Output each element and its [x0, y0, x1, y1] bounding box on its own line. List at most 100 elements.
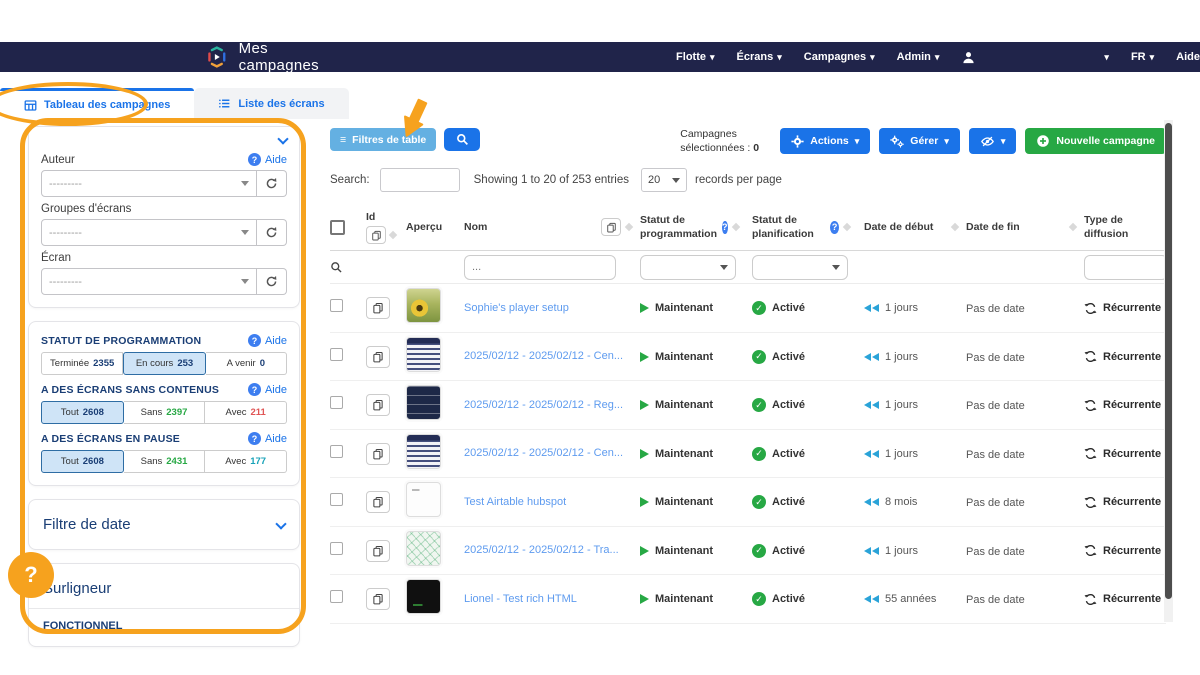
manage-button[interactable]: Gérer▾	[879, 128, 960, 154]
actions-button[interactable]: Actions▾	[780, 128, 870, 154]
header-statut-programmation[interactable]: Statut de programmation	[640, 213, 717, 241]
toggle-tout[interactable]: Tout2608	[41, 401, 124, 424]
recurring-icon	[1084, 399, 1097, 412]
campaign-name-link[interactable]: Sophie's player setup	[464, 300, 640, 317]
header-date-fin[interactable]: Date de fin	[966, 220, 1020, 234]
sort-icon[interactable]	[625, 223, 633, 231]
nav-campagnes[interactable]: Campagnes▾	[804, 51, 875, 63]
nav-admin[interactable]: Admin▾	[897, 51, 940, 63]
help-icon[interactable]: ?	[830, 221, 839, 234]
section-help-link[interactable]: ?Aide	[248, 383, 287, 396]
nav-flotte[interactable]: Flotte▾	[676, 51, 714, 63]
copy-id-button[interactable]	[366, 540, 390, 562]
campaign-thumbnail[interactable]	[406, 337, 441, 372]
lang-menu[interactable]: FR▾	[1131, 51, 1154, 63]
search-toggle-button[interactable]	[444, 128, 480, 151]
nav-ecrans[interactable]: Écrans▾	[737, 51, 782, 63]
auteur-refresh-button[interactable]	[257, 170, 287, 197]
copy-id-button[interactable]	[366, 443, 390, 465]
campaign-name-link[interactable]: 2025/02/12 - 2025/02/12 - Cen...	[464, 445, 640, 462]
header-nom[interactable]: Nom	[464, 220, 487, 234]
toggle-terminee[interactable]: Terminée2355	[41, 352, 123, 375]
sort-icon[interactable]	[843, 223, 851, 231]
date-filter-card[interactable]: Filtre de date	[28, 499, 300, 550]
tab-liste-des-ecrans[interactable]: Liste des écrans	[194, 88, 348, 119]
campaign-name-link[interactable]: 2025/02/12 - 2025/02/12 - Tra...	[464, 542, 640, 559]
section-help-link[interactable]: ?Aide	[248, 432, 287, 445]
campaign-name-link[interactable]: 2025/02/12 - 2025/02/12 - Reg...	[464, 397, 640, 414]
nav-aide[interactable]: Aide	[1176, 51, 1200, 63]
prog-status-label: Maintenant	[655, 399, 713, 411]
page-size-select[interactable]: 20	[641, 168, 687, 192]
start-date-label: 55 années	[885, 593, 936, 605]
toggle-sans[interactable]: Sans2397	[124, 401, 206, 424]
row-checkbox[interactable]	[330, 396, 343, 409]
groupes-refresh-button[interactable]	[257, 219, 287, 246]
row-checkbox[interactable]	[330, 299, 343, 312]
vertical-scrollbar[interactable]	[1164, 120, 1173, 622]
filters-sidebar: Auteur ?Aide --------- Groupes d'écrans …	[28, 126, 300, 647]
header-date-debut[interactable]: Date de début	[864, 220, 933, 234]
prog-status-filter-select[interactable]	[640, 255, 736, 280]
play-icon	[640, 497, 649, 507]
collapse-chevron-icon[interactable]	[277, 133, 288, 144]
row-checkbox[interactable]	[330, 348, 343, 361]
auteur-select[interactable]: ---------	[41, 170, 257, 197]
campaign-thumbnail[interactable]	[406, 579, 441, 614]
copy-id-button[interactable]	[366, 297, 390, 319]
chevron-down-icon: ▾	[1001, 137, 1006, 146]
campaign-thumbnail[interactable]	[406, 385, 441, 420]
sort-icon[interactable]	[731, 223, 739, 231]
campaign-name-link[interactable]: Lionel - Test rich HTML	[464, 591, 640, 608]
type-filter-input[interactable]	[1084, 255, 1168, 280]
copy-id-button[interactable]	[366, 491, 390, 513]
copy-id-button[interactable]	[366, 394, 390, 416]
copy-id-button[interactable]	[366, 346, 390, 368]
scrollbar-thumb[interactable]	[1165, 123, 1172, 599]
campaign-thumbnail[interactable]	[406, 482, 441, 517]
name-filter-input[interactable]	[464, 255, 616, 280]
row-checkbox[interactable]	[330, 493, 343, 506]
plan-status-filter-select[interactable]	[752, 255, 848, 280]
user-menu[interactable]: ▾	[961, 50, 1109, 65]
toggle-a-venir[interactable]: A venir0	[206, 352, 287, 375]
header-type-diffusion[interactable]: Type de diffusion	[1084, 213, 1158, 241]
header-id[interactable]: Id	[366, 210, 396, 224]
copy-id-button[interactable]	[366, 588, 390, 610]
row-checkbox[interactable]	[330, 445, 343, 458]
search-input[interactable]	[380, 168, 460, 192]
toggle-en-cours[interactable]: En cours253	[123, 352, 205, 375]
sort-icon[interactable]	[1069, 223, 1077, 231]
row-checkbox[interactable]	[330, 542, 343, 555]
groupes-select[interactable]: ---------	[41, 219, 257, 246]
copy-names-button[interactable]	[601, 218, 621, 236]
visibility-button[interactable]: ▾	[969, 128, 1017, 154]
ecran-refresh-button[interactable]	[257, 268, 287, 295]
new-campaign-button[interactable]: Nouvelle campagne	[1025, 128, 1166, 154]
toggle-tout[interactable]: Tout2608	[41, 450, 124, 473]
select-all-checkbox[interactable]	[330, 220, 345, 235]
auteur-help-link[interactable]: ?Aide	[248, 153, 287, 166]
campaign-thumbnail[interactable]	[406, 288, 441, 323]
section-help-link[interactable]: ?Aide	[248, 334, 287, 347]
sort-icon[interactable]	[389, 231, 397, 239]
toggle-avec[interactable]: Avec177	[205, 450, 287, 473]
tab-tableau-des-campagnes[interactable]: Tableau des campagnes	[0, 88, 194, 119]
header-statut-planification[interactable]: Statut de planification	[752, 213, 825, 241]
table-search-row: Search: Showing 1 to 20 of 253 entries 2…	[330, 168, 1166, 192]
campaign-thumbnail[interactable]	[406, 434, 441, 469]
campaign-name-link[interactable]: Test Airtable hubspot	[464, 494, 640, 511]
row-checkbox[interactable]	[330, 590, 343, 603]
ecran-select[interactable]: ---------	[41, 268, 257, 295]
table-filters-button[interactable]: ≡Filtres de table	[330, 128, 436, 151]
toggle-avec[interactable]: Avec211	[205, 401, 287, 424]
sort-icon[interactable]	[951, 223, 959, 231]
copy-ids-button[interactable]	[366, 226, 386, 244]
campaign-thumbnail[interactable]	[406, 531, 441, 566]
chevron-down-icon[interactable]	[275, 518, 286, 529]
highlighter-item-fonctionnel[interactable]: FONCTIONNEL	[41, 618, 287, 636]
help-icon[interactable]: ?	[722, 221, 728, 234]
campaign-name-link[interactable]: 2025/02/12 - 2025/02/12 - Cen...	[464, 348, 640, 365]
chevron-down-icon: ▾	[1150, 53, 1155, 62]
toggle-sans[interactable]: Sans2431	[124, 450, 206, 473]
